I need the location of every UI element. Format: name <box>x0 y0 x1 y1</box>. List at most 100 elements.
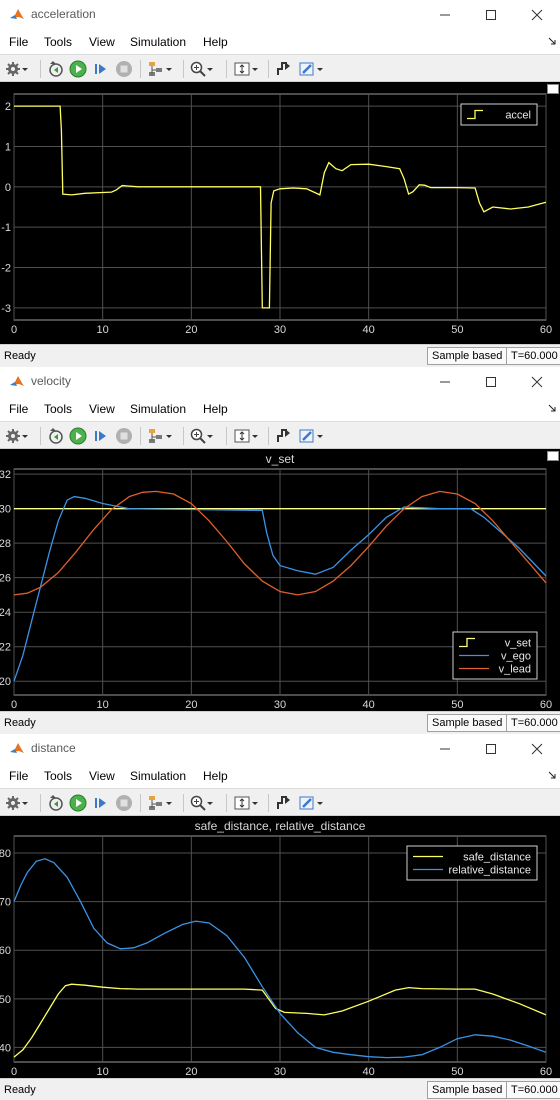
x-tick-label: 50 <box>451 1066 463 1078</box>
stop-button[interactable] <box>115 793 133 813</box>
matlab-icon <box>10 376 24 386</box>
minimize-button[interactable] <box>422 734 468 764</box>
scale-axes-button[interactable] <box>233 426 259 446</box>
scale-axes-button[interactable] <box>233 59 259 79</box>
stop-button[interactable] <box>115 426 133 446</box>
title-bar[interactable]: distance <box>0 734 560 764</box>
minimize-button[interactable] <box>422 0 468 30</box>
plot-area[interactable]: 0 10 20 30 40 50 60 -3 -2 -1 0 1 2 accel <box>0 82 560 344</box>
stop-button[interactable] <box>115 59 133 79</box>
menu-help[interactable]: Help <box>203 769 228 783</box>
legend-label: v_ego <box>501 651 531 663</box>
close-button[interactable] <box>514 367 560 397</box>
menu-simulation[interactable]: Simulation <box>130 769 186 783</box>
menu-view[interactable]: View <box>89 402 115 416</box>
run-button[interactable] <box>69 426 87 446</box>
run-button[interactable] <box>69 59 87 79</box>
highlight-icon <box>149 429 162 443</box>
x-tick-label: 10 <box>97 324 109 336</box>
scope-plot[interactable]: safe_distance, relative_distance 0 10 20 30 4… <box>0 816 560 1078</box>
x-tick-label: 20 <box>185 699 197 711</box>
scope-plot[interactable]: v_set0 10 20 30 40 50 6020222426283032v_setv_e… <box>0 449 560 711</box>
x-tick-label: 40 <box>363 699 375 711</box>
menu-file[interactable]: File <box>9 402 28 416</box>
matlab-icon <box>10 743 24 753</box>
measure-pen-icon <box>299 796 314 810</box>
toolbar-separator <box>268 60 269 78</box>
maximize-icon <box>486 744 496 754</box>
highlight-button[interactable] <box>147 426 173 446</box>
x-tick-label: 20 <box>185 1066 197 1078</box>
zoom-button[interactable] <box>190 59 214 79</box>
run-button[interactable] <box>69 793 87 813</box>
measurements-button[interactable] <box>298 793 324 813</box>
scope-window-distance: distance File Tools View Simulation Help… <box>0 734 560 1100</box>
restore-layout-button[interactable] <box>547 84 559 94</box>
close-button[interactable] <box>514 0 560 30</box>
highlight-button[interactable] <box>147 59 173 79</box>
maximize-button[interactable] <box>468 0 514 30</box>
settings-button[interactable] <box>5 59 29 79</box>
settings-button[interactable] <box>5 793 29 813</box>
y-tick-label: 32 <box>0 469 11 481</box>
triggers-button[interactable] <box>275 793 293 813</box>
step-forward-button[interactable] <box>92 426 110 446</box>
menu-simulation[interactable]: Simulation <box>130 402 186 416</box>
menu-help[interactable]: Help <box>203 402 228 416</box>
gear-icon <box>6 796 20 810</box>
menu-tools[interactable]: Tools <box>44 769 72 783</box>
step-back-icon <box>49 61 63 77</box>
autoscale-icon <box>234 796 250 810</box>
status-time: T=60.000 <box>506 1081 560 1099</box>
triggers-button[interactable] <box>275 426 293 446</box>
x-tick-label: 30 <box>274 1066 286 1078</box>
y-tick-label: 26 <box>0 573 11 585</box>
window-title: velocity <box>31 374 72 388</box>
menu-simulation[interactable]: Simulation <box>130 35 186 49</box>
gear-icon <box>6 429 20 443</box>
menu-view[interactable]: View <box>89 769 115 783</box>
plot-area[interactable]: safe_distance, relative_distance 0 10 20 30 4… <box>0 816 560 1078</box>
zoom-button[interactable] <box>190 426 214 446</box>
measurements-button[interactable] <box>298 426 324 446</box>
dock-arrow-icon[interactable] <box>548 771 556 779</box>
menu-file[interactable]: File <box>9 769 28 783</box>
triggers-button[interactable] <box>275 59 293 79</box>
close-button[interactable] <box>514 734 560 764</box>
status-sample-mode: Sample based <box>427 347 508 365</box>
measurements-button[interactable] <box>298 59 324 79</box>
menu-file[interactable]: File <box>9 35 28 49</box>
step-back-button[interactable] <box>47 426 65 446</box>
plot-area[interactable]: v_set 0 10 20 30 40 50 60 20 22 24 26 28 30 32 v_set v_e… <box>0 449 560 711</box>
minimize-button[interactable] <box>422 367 468 397</box>
menu-tools[interactable]: Tools <box>44 35 72 49</box>
restore-layout-button[interactable] <box>547 451 559 461</box>
step-forward-button[interactable] <box>92 793 110 813</box>
maximize-button[interactable] <box>468 367 514 397</box>
step-forward-button[interactable] <box>92 59 110 79</box>
settings-button[interactable] <box>5 426 29 446</box>
scale-axes-button[interactable] <box>233 793 259 813</box>
dock-arrow-icon[interactable] <box>548 37 556 45</box>
menu-help[interactable]: Help <box>203 35 228 49</box>
highlight-button[interactable] <box>147 793 173 813</box>
menu-bar: File Tools View Simulation Help <box>0 397 560 421</box>
menu-tools[interactable]: Tools <box>44 402 72 416</box>
x-tick-label: 60 <box>540 324 552 336</box>
status-ready: Ready <box>4 717 36 729</box>
y-tick-label: -1 <box>1 222 11 234</box>
zoom-button[interactable] <box>190 793 214 813</box>
step-back-button[interactable] <box>47 793 65 813</box>
step-back-button[interactable] <box>47 59 65 79</box>
y-tick-label: 22 <box>0 642 11 654</box>
y-tick-label: 60 <box>0 945 11 957</box>
stop-icon <box>116 428 132 444</box>
scope-plot[interactable]: 0 10 20 30 40 50 60 -3 -2 -1 0 1 2 accel <box>0 82 560 344</box>
title-bar[interactable]: acceleration <box>0 0 560 30</box>
y-tick-label: 80 <box>0 848 11 860</box>
maximize-button[interactable] <box>468 734 514 764</box>
step-forward-icon <box>95 798 106 808</box>
title-bar[interactable]: velocity <box>0 367 560 397</box>
dock-arrow-icon[interactable] <box>548 404 556 412</box>
menu-view[interactable]: View <box>89 35 115 49</box>
